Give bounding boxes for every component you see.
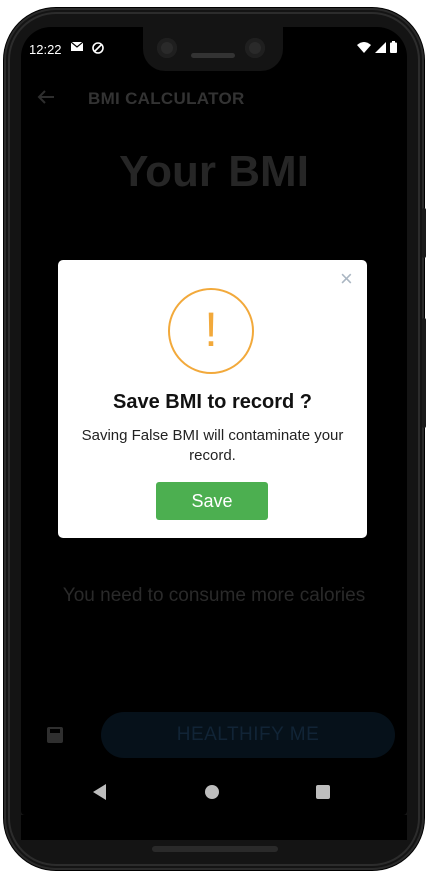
save-button[interactable]: Save	[156, 482, 268, 520]
nav-back-icon[interactable]	[93, 784, 106, 800]
camera-notch	[143, 27, 283, 71]
exclamation-glyph: !	[204, 304, 218, 357]
battery-icon	[390, 41, 397, 56]
exclamation-icon: !	[168, 288, 254, 374]
close-icon[interactable]: ×	[340, 268, 353, 290]
bmi-heading: Your BMI	[119, 147, 309, 196]
front-sensor	[245, 38, 265, 58]
nav-recents-icon[interactable]	[316, 785, 330, 799]
power-button	[422, 208, 426, 258]
front-camera	[157, 38, 177, 58]
status-right-icons	[357, 41, 397, 56]
app-bar: BMI CALCULATOR	[21, 79, 407, 119]
nav-home-icon[interactable]	[205, 785, 219, 799]
signal-icon	[375, 41, 386, 56]
bottom-speaker	[152, 846, 278, 852]
screen-chin	[21, 815, 407, 840]
advice-text: You need to consume more calories	[62, 585, 366, 606]
save-confirm-dialog: × ! Save BMI to record ? Saving False BM…	[58, 260, 367, 538]
dialog-message: Saving False BMI will contaminate your r…	[81, 427, 344, 464]
healthify-me-button[interactable]: HEALTHIFY ME	[101, 712, 395, 758]
app-title: BMI CALCULATOR	[88, 89, 245, 108]
floppy-disk-icon[interactable]	[47, 727, 63, 743]
dialog-title: Save BMI to record ?	[113, 391, 312, 413]
earpiece-speaker	[191, 53, 235, 58]
navigation-bar	[21, 775, 407, 815]
status-time: 12:22	[29, 42, 62, 57]
sync-icon	[92, 42, 104, 57]
volume-button	[422, 318, 426, 428]
arrow-left-icon[interactable]	[37, 87, 55, 110]
wifi-icon	[357, 41, 371, 56]
mail-icon	[70, 41, 84, 54]
